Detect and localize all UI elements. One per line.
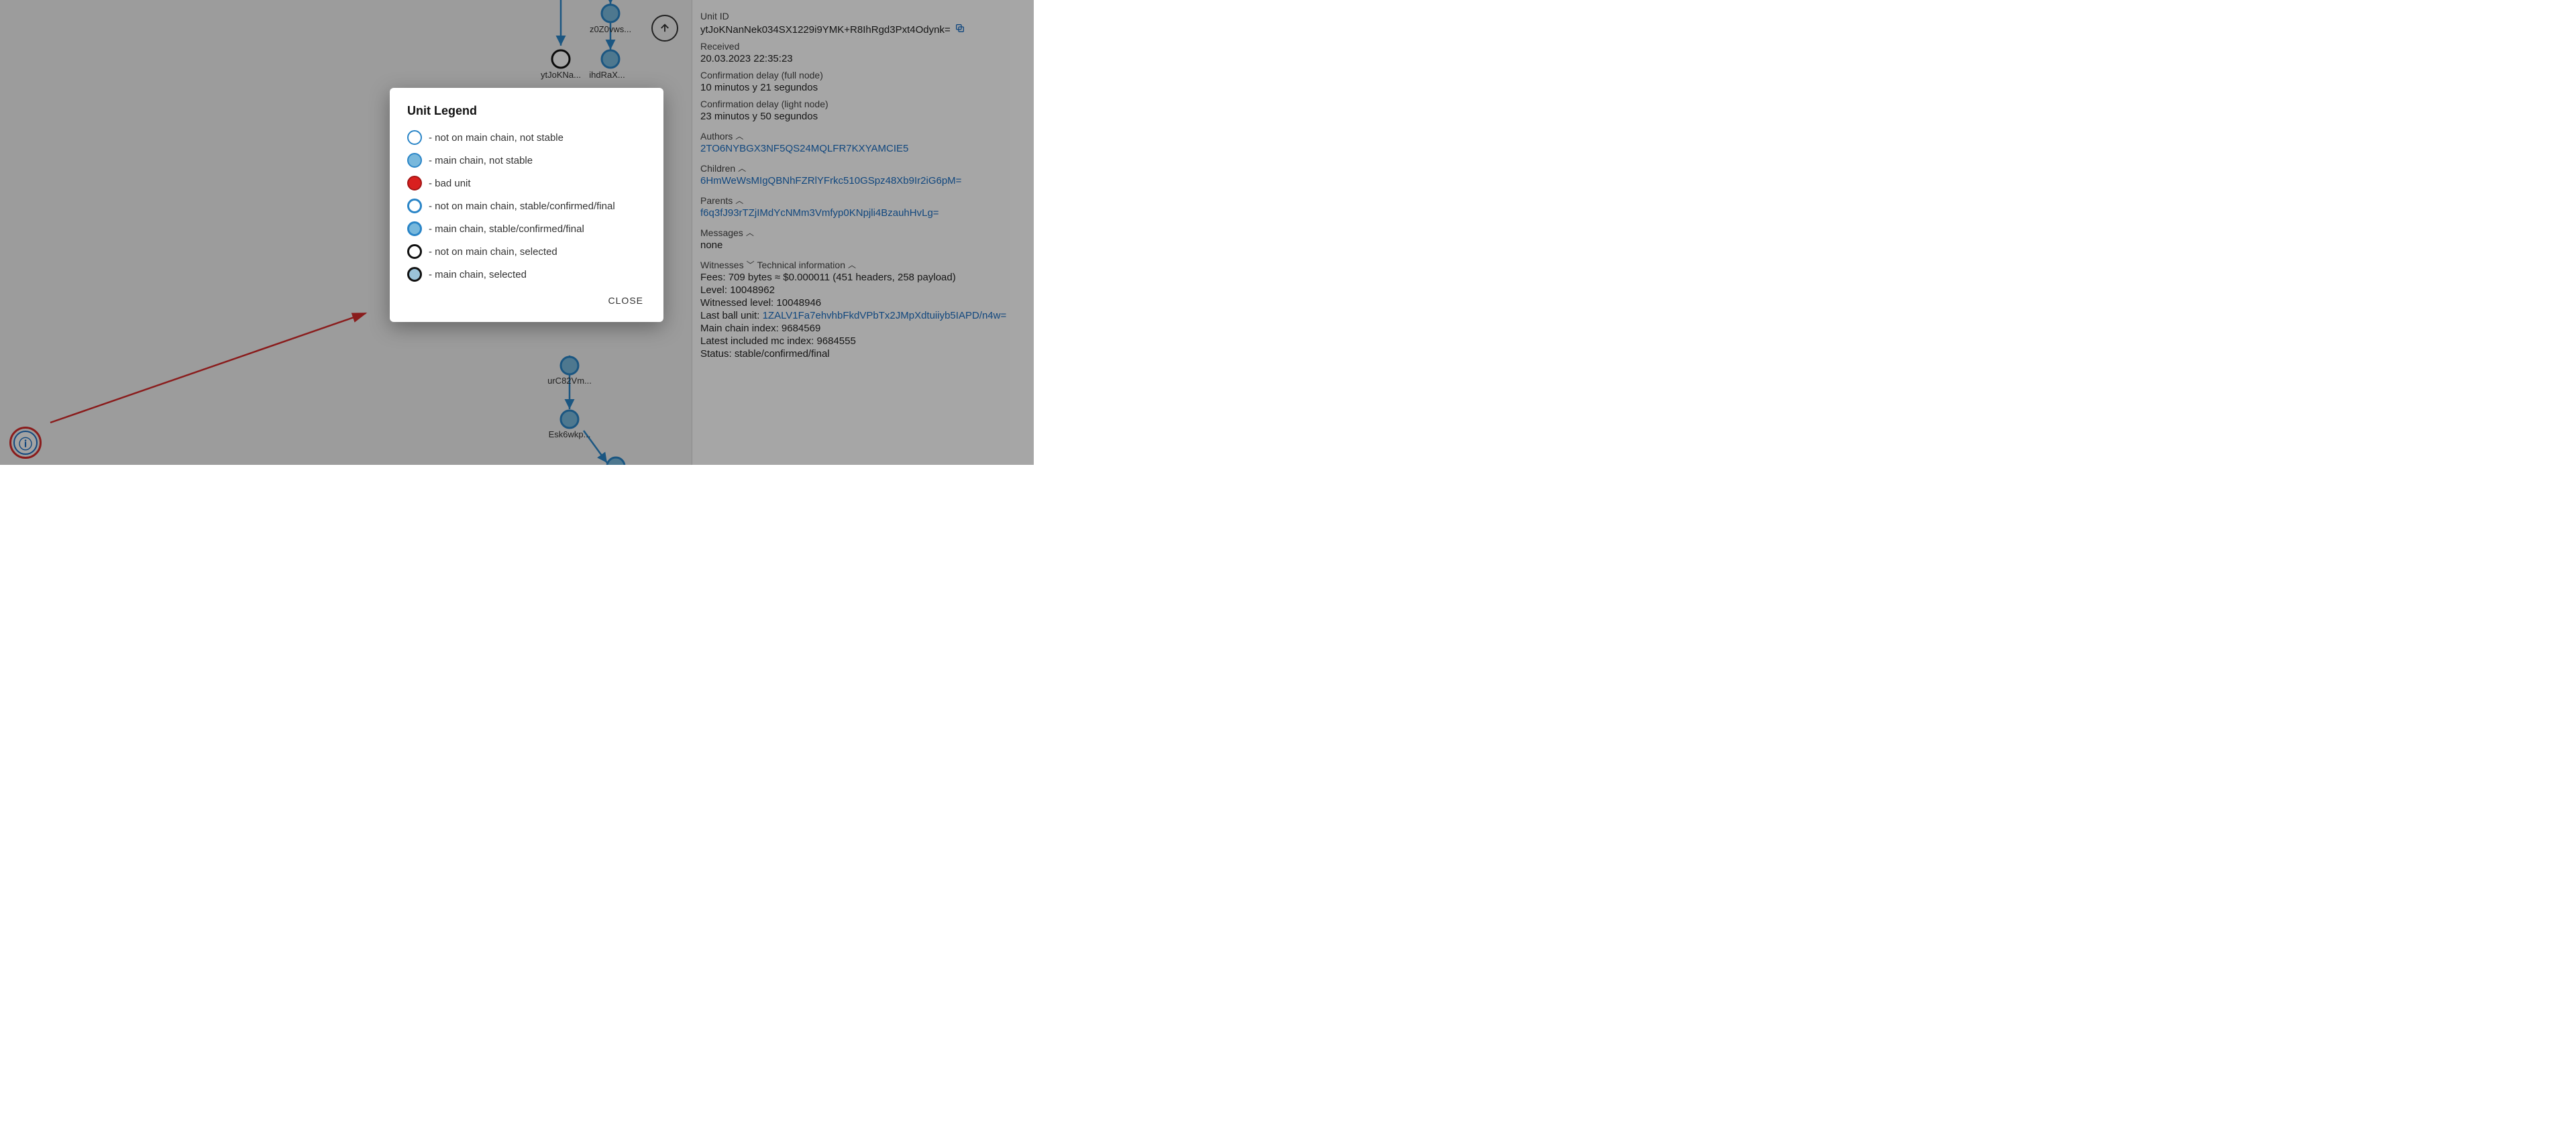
legend-item: - bad unit (407, 176, 646, 191)
legend-circle-icon (407, 267, 422, 282)
unit-legend-modal: Unit Legend - not on main chain, not sta… (390, 88, 663, 322)
legend-circle-icon (407, 153, 422, 168)
legend-circle-icon (407, 244, 422, 259)
legend-item: - not on main chain, not stable (407, 130, 646, 145)
legend-label: - bad unit (429, 178, 471, 189)
legend-circle-icon (407, 130, 422, 145)
legend-label: - not on main chain, stable/confirmed/fi… (429, 201, 615, 212)
modal-title: Unit Legend (407, 104, 646, 118)
close-button[interactable]: CLOSE (606, 291, 646, 310)
legend-label: - not on main chain, not stable (429, 132, 564, 144)
legend-label: - main chain, not stable (429, 155, 533, 166)
legend-item: - not on main chain, selected (407, 244, 646, 259)
legend-item: - not on main chain, stable/confirmed/fi… (407, 199, 646, 213)
legend-item: - main chain, selected (407, 267, 646, 282)
legend-circle-icon (407, 221, 422, 236)
legend-item: - main chain, not stable (407, 153, 646, 168)
legend-label: - main chain, selected (429, 269, 527, 280)
legend-label: - not on main chain, selected (429, 246, 557, 258)
legend-label: - main chain, stable/confirmed/final (429, 223, 584, 235)
legend-item: - main chain, stable/confirmed/final (407, 221, 646, 236)
legend-circle-icon (407, 176, 422, 191)
legend-circle-icon (407, 199, 422, 213)
